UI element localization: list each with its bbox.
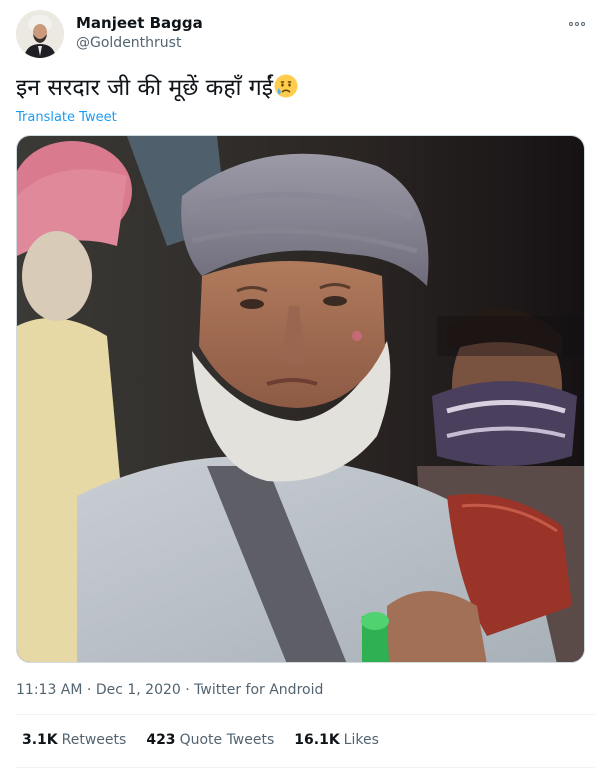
likes-stat[interactable]: 16.1K Likes xyxy=(294,732,379,748)
author-handle[interactable]: @Goldenthrust xyxy=(76,35,181,51)
tweet-photo[interactable] xyxy=(16,135,585,663)
photo-image xyxy=(17,136,584,662)
likes-label: Likes xyxy=(343,732,379,748)
divider-bottom xyxy=(16,767,595,768)
translate-tweet-link[interactable]: Translate Tweet xyxy=(16,110,117,125)
retweets-count: 3.1K xyxy=(22,732,58,748)
more-options-icon[interactable] xyxy=(565,14,589,34)
tweet-stats: 3.1K Retweets 423 Quote Tweets 16.1K Likes xyxy=(22,732,379,748)
tweet-text: इन सरदार जी की मूछें कहाँ गईं xyxy=(16,75,274,101)
avatar-image xyxy=(16,10,64,58)
likes-count: 16.1K xyxy=(294,732,340,748)
retweets-label: Retweets xyxy=(61,732,127,748)
tweet-card: Manjeet Bagga @Goldenthrust इन सरदार जी … xyxy=(0,0,611,771)
crying-face-icon xyxy=(274,74,298,98)
meta-separator: · xyxy=(86,682,96,698)
retweets-stat[interactable]: 3.1K Retweets xyxy=(22,732,126,748)
author-name[interactable]: Manjeet Bagga xyxy=(76,14,203,32)
quote-tweets-label: Quote Tweets xyxy=(179,732,275,748)
divider xyxy=(16,714,595,715)
tweet-date[interactable]: Dec 1, 2020 xyxy=(96,682,181,698)
meta-separator-2: · xyxy=(185,682,195,698)
tweet-time[interactable]: 11:13 AM xyxy=(16,682,82,698)
tweet-meta: 11:13 AM · Dec 1, 2020 · Twitter for And… xyxy=(16,682,323,698)
tweet-source[interactable]: Twitter for Android xyxy=(194,682,323,698)
avatar[interactable] xyxy=(16,10,64,58)
quote-tweets-count: 423 xyxy=(146,732,176,748)
quote-tweets-stat[interactable]: 423 Quote Tweets xyxy=(146,732,274,748)
tweet-text-container: इन सरदार जी की मूछें कहाँ गईं xyxy=(16,72,299,104)
